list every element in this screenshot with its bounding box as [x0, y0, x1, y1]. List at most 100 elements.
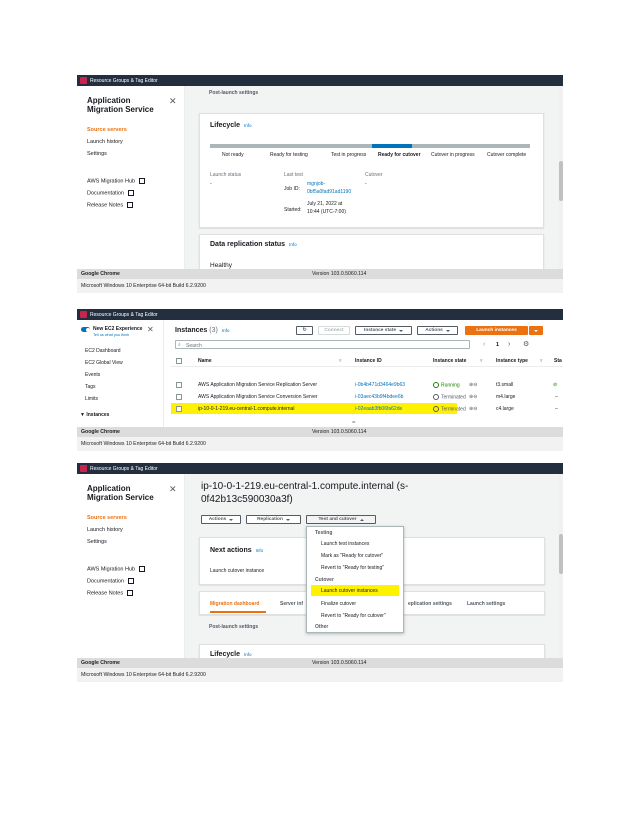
- actions-button[interactable]: Actions: [201, 515, 241, 524]
- close-icon[interactable]: ✕: [147, 325, 154, 334]
- main-content: Post-launch settings Lifecycle Info Not r…: [185, 86, 558, 276]
- table-row[interactable]: AWS Application Migration Service Conver…: [171, 391, 563, 402]
- info-link[interactable]: Info: [244, 652, 252, 657]
- close-icon[interactable]: ✕: [169, 484, 177, 495]
- table-row-highlighted[interactable]: ip-10-0-1-219.eu-central-1.compute.inter…: [171, 403, 514, 414]
- instance-id-link[interactable]: i-03aec43b9f4bdee6b: [355, 394, 403, 400]
- zoom-icon[interactable]: ⊕⊖: [469, 394, 477, 400]
- info-link[interactable]: Info: [289, 242, 297, 247]
- feedback-link[interactable]: Tell us what you think: [93, 333, 129, 337]
- scrollbar-thumb[interactable]: [558, 534, 563, 574]
- sidebar-link-documentation[interactable]: Documentation: [87, 578, 134, 584]
- menu-item-revert-cutover[interactable]: Revert to "Ready for cutover": [307, 610, 403, 621]
- row-checkbox[interactable]: [176, 382, 182, 388]
- nav-events[interactable]: Events: [85, 372, 100, 378]
- chrome-label: Google Chrome: [81, 660, 120, 666]
- nav-ec2-dashboard[interactable]: EC2 Dashboard: [85, 348, 121, 354]
- info-link[interactable]: Info: [256, 548, 264, 553]
- search-icon: ⌕: [178, 342, 181, 348]
- menu-item-launch-cutover[interactable]: Launch cutover instances: [311, 585, 399, 596]
- nav-tags[interactable]: Tags: [85, 384, 96, 390]
- connect-button[interactable]: Connect: [318, 326, 350, 335]
- sidebar-item-settings[interactable]: Settings: [87, 539, 107, 545]
- column-status[interactable]: Sta: [554, 358, 562, 364]
- row-checkbox[interactable]: [176, 406, 182, 412]
- nav-ec2-global-view[interactable]: EC2 Global View: [85, 360, 123, 366]
- job-id-link[interactable]: mgnjob-: [307, 181, 325, 187]
- windows-label: Microsoft Windows 10 Enterprise 64-bit B…: [81, 441, 206, 447]
- sidebar-item-source-servers[interactable]: Source servers: [87, 127, 127, 133]
- refresh-button[interactable]: ↻: [296, 326, 313, 335]
- scrollbar-thumb[interactable]: [558, 161, 563, 201]
- instances-title: Instances (3) Info: [175, 327, 230, 334]
- gear-icon[interactable]: ⚙: [523, 340, 529, 348]
- page-number[interactable]: 1: [496, 342, 499, 348]
- server-title-line2: 0f42b13c590030a3f): [201, 494, 293, 505]
- info-link[interactable]: Info: [244, 123, 252, 128]
- tab-replication-settings[interactable]: eplication settings: [408, 601, 452, 607]
- replication-health: Healthy: [210, 262, 233, 269]
- windows-label: Microsoft Windows 10 Enterprise 64-bit B…: [81, 283, 206, 289]
- launch-instances-button[interactable]: Launch instances: [465, 326, 528, 335]
- scrollbar[interactable]: [558, 474, 563, 658]
- instance-id-link[interactable]: i-02eaab3fb06fa62de: [355, 406, 402, 412]
- resource-groups-link[interactable]: Resource Groups & Tag Editor: [80, 311, 158, 319]
- column-instance-id[interactable]: Instance ID: [355, 358, 382, 364]
- search-input[interactable]: ⌕ Search: [175, 340, 470, 349]
- tab-migration-dashboard[interactable]: Migration dashboard: [210, 601, 259, 607]
- instance-state-button[interactable]: Instance state: [355, 326, 412, 335]
- sidebar-link-release-notes[interactable]: Release Notes: [87, 590, 134, 596]
- test-and-cutover-button[interactable]: Test and cutover: [306, 515, 376, 524]
- zoom-icon[interactable]: ⊕⊖: [469, 406, 477, 412]
- next-page-icon[interactable]: ›: [508, 341, 510, 348]
- filter-icon[interactable]: ▿: [540, 358, 543, 364]
- sidebar-item-launch-history[interactable]: Launch history: [87, 139, 123, 145]
- menu-item-revert-testing[interactable]: Revert to "Ready for testing": [307, 562, 403, 573]
- actions-button[interactable]: Actions: [417, 326, 458, 335]
- column-name[interactable]: Name: [198, 358, 212, 364]
- test-and-cutover-menu: Testing Launch test instances Mark as "R…: [306, 526, 404, 633]
- menu-item-mark-ready[interactable]: Mark as "Ready for cutover": [307, 550, 403, 561]
- aws-top-bar: Resource Groups & Tag Editor: [77, 75, 563, 86]
- sidebar-item-settings[interactable]: Settings: [87, 151, 107, 157]
- new-experience-toggle[interactable]: [81, 327, 90, 332]
- windows-status-bar: Microsoft Windows 10 Enterprise 64-bit B…: [77, 668, 563, 682]
- sidebar-link-documentation[interactable]: Documentation: [87, 190, 134, 196]
- resize-handle-icon[interactable]: =: [352, 420, 356, 426]
- close-icon[interactable]: ✕: [169, 96, 177, 107]
- job-id-link-line2[interactable]: 0bf5a0fad91ad1190: [307, 189, 351, 195]
- filter-icon[interactable]: ▿: [480, 358, 483, 364]
- column-instance-state[interactable]: Instance state: [433, 358, 466, 364]
- tab-server-info[interactable]: Server inf: [280, 601, 303, 607]
- replication-button[interactable]: Replication: [246, 515, 301, 524]
- table-row[interactable]: AWS Application Migration Service Replic…: [171, 379, 563, 390]
- refresh-icon: ↻: [302, 328, 307, 333]
- sidebar-link-migration-hub[interactable]: AWS Migration Hub: [87, 566, 146, 572]
- select-all-checkbox[interactable]: [176, 358, 182, 364]
- column-instance-type[interactable]: Instance type: [496, 358, 528, 364]
- instance-type: c4.large: [496, 406, 514, 412]
- instance-name: ip-10-0-1-219.eu-central-1.compute.inter…: [198, 406, 295, 412]
- sidebar-link-release-notes[interactable]: Release Notes: [87, 202, 134, 208]
- nav-limits[interactable]: Limits: [85, 396, 98, 402]
- menu-item-launch-test[interactable]: Launch test instances: [307, 538, 403, 549]
- sidebar-item-source-servers[interactable]: Source servers: [87, 515, 127, 521]
- ec2-sidebar: New EC2 Experience Tell us what you thin…: [77, 320, 164, 427]
- sidebar-item-launch-history[interactable]: Launch history: [87, 527, 123, 533]
- instance-state: Terminated: [433, 394, 466, 400]
- instance-id-link[interactable]: i-0b4b471d3464e9b63: [355, 382, 405, 388]
- nav-instances-group[interactable]: ▼ Instances: [80, 412, 109, 418]
- launch-instances-dropdown[interactable]: [529, 326, 543, 335]
- started-label: Started:: [284, 207, 302, 213]
- prev-page-icon[interactable]: ‹: [483, 341, 485, 348]
- resource-groups-link[interactable]: Resource Groups & Tag Editor: [80, 77, 158, 85]
- sidebar-link-migration-hub[interactable]: AWS Migration Hub: [87, 178, 146, 184]
- tab-launch-settings[interactable]: Launch settings: [467, 601, 505, 607]
- scrollbar[interactable]: [558, 86, 563, 269]
- filter-icon[interactable]: ▿: [339, 358, 342, 364]
- menu-item-finalize-cutover[interactable]: Finalize cutover: [307, 598, 403, 609]
- resource-groups-link[interactable]: Resource Groups & Tag Editor: [80, 465, 158, 473]
- row-checkbox[interactable]: [176, 394, 182, 400]
- zoom-icon[interactable]: ⊕⊖: [469, 382, 477, 388]
- info-link[interactable]: Info: [222, 328, 230, 333]
